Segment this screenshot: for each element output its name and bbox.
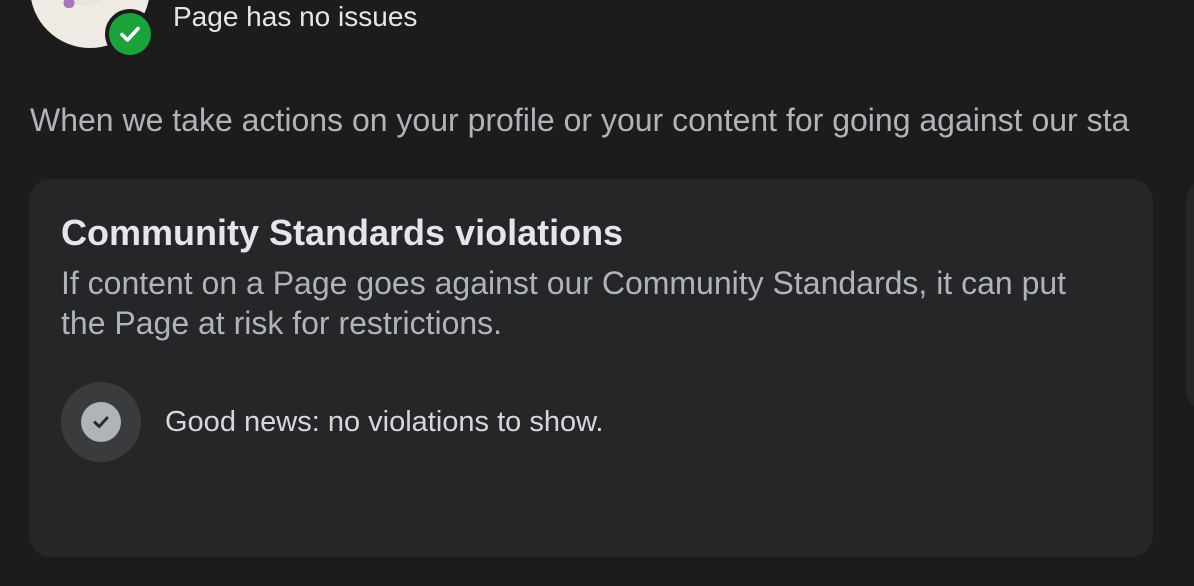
intro-description: When we take actions on your profile or …	[30, 102, 1130, 138]
result-icon-container	[61, 382, 141, 462]
card-description: If content on a Page goes against our Co…	[61, 265, 1067, 341]
card-title: Community Standards violations	[61, 212, 624, 253]
page-status-text: Page has no issues	[173, 1, 418, 32]
status-check-badge	[105, 9, 155, 59]
violations-result-row: Good news: no violations to show.	[61, 382, 603, 462]
result-message: Good news: no violations to show.	[165, 406, 604, 438]
avatar-art-detail-2	[58, 0, 80, 8]
check-circle-icon	[81, 402, 121, 442]
community-standards-card: Community Standards violations If conten…	[29, 179, 1153, 557]
account-status-page: Page has no issues When we take actions …	[0, 0, 1194, 586]
check-circle-icon	[109, 13, 151, 55]
next-card-edge[interactable]	[1186, 179, 1194, 411]
